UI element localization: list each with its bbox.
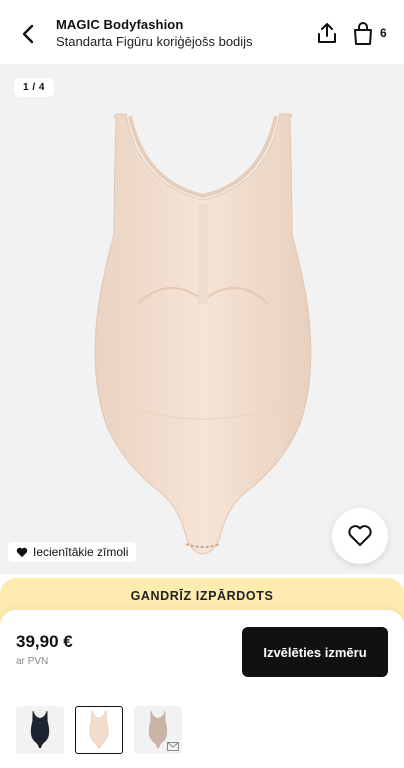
heart-outline-icon bbox=[348, 525, 372, 546]
share-button[interactable] bbox=[314, 19, 340, 47]
brand-name: MAGIC Bodyfashion bbox=[56, 17, 184, 32]
product-image bbox=[94, 113, 312, 555]
image-counter: 1 / 4 bbox=[14, 78, 54, 97]
color-variants bbox=[16, 706, 182, 754]
product-name: Standarta Figūru koriģējošs bodijs bbox=[56, 34, 253, 49]
product-titles: MAGIC Bodyfashion Standarta Figūru koriģ… bbox=[56, 16, 253, 51]
favorite-brands-label: Iecienītākie zīmoli bbox=[33, 545, 129, 559]
share-icon bbox=[318, 23, 336, 43]
shopping-bag-button[interactable]: 6 bbox=[352, 18, 396, 48]
chevron-left-icon bbox=[22, 24, 34, 44]
notify-mail-icon bbox=[167, 742, 179, 751]
heart-filled-icon bbox=[16, 547, 28, 557]
shopping-bag-icon bbox=[354, 22, 372, 45]
select-size-button[interactable]: Izvēlēties izmēru bbox=[242, 627, 388, 677]
stock-banner-text: GANDRĪZ IZPĀRDOTS bbox=[130, 589, 274, 603]
favorite-brands-badge: Iecienītākie zīmoli bbox=[8, 542, 137, 562]
vat-note: ar PVN bbox=[16, 656, 49, 667]
color-variant-taupe[interactable] bbox=[134, 706, 182, 754]
bag-count-badge: 6 bbox=[380, 26, 387, 40]
price: 39,90 € bbox=[16, 632, 73, 651]
back-button[interactable] bbox=[14, 20, 42, 48]
color-variant-black[interactable] bbox=[16, 706, 64, 754]
top-bar: MAGIC Bodyfashion Standarta Figūru koriģ… bbox=[0, 0, 404, 64]
variant-thumbnail-image bbox=[89, 710, 109, 749]
wishlist-button[interactable] bbox=[332, 508, 388, 564]
purchase-sheet: GANDRĪZ IZPĀRDOTS 39,90 € ar PVN Izvēlēt… bbox=[0, 578, 404, 768]
product-image-gallery[interactable]: 1 / 4 Iecienītākie zīmoli bbox=[0, 64, 404, 574]
variant-thumbnail-image bbox=[30, 710, 50, 749]
color-variant-nude[interactable] bbox=[75, 706, 123, 754]
price-panel: 39,90 € ar PVN Izvēlēties izmēru bbox=[0, 610, 404, 768]
